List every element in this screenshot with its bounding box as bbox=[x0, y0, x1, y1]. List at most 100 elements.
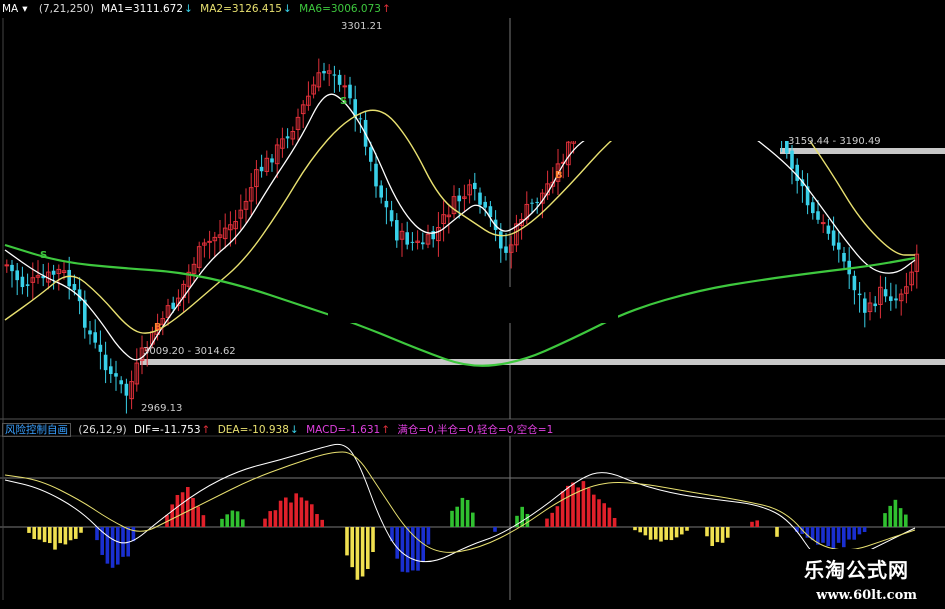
macd-bar-blue bbox=[493, 527, 497, 532]
macd-bar-blue bbox=[95, 527, 99, 541]
candle-body-down bbox=[857, 293, 862, 296]
macd-bar-red bbox=[607, 507, 612, 527]
macd-bar-green bbox=[904, 514, 908, 527]
candle-body-down bbox=[790, 150, 794, 169]
macd-bar-red bbox=[170, 504, 174, 527]
dif-arrow-icon: ↑ bbox=[201, 424, 211, 436]
macd-bar-blue bbox=[831, 527, 836, 549]
candle-body-down bbox=[171, 302, 175, 309]
candle-body-down bbox=[535, 201, 539, 203]
candle-body-down bbox=[863, 298, 867, 313]
candle-body-down bbox=[25, 284, 30, 286]
candle-body-down bbox=[103, 354, 108, 371]
macd-bar-red bbox=[750, 521, 754, 527]
macd-bar-blue bbox=[836, 527, 841, 543]
dea-value: DEA=-10.938 bbox=[217, 424, 289, 436]
macd-bar-yellow bbox=[654, 527, 658, 540]
macd-bar-red bbox=[310, 504, 314, 527]
candle-body-down bbox=[473, 182, 477, 190]
macd-bar-yellow bbox=[360, 527, 365, 577]
buy-signal-marker: B bbox=[555, 170, 563, 181]
macd-bar-blue bbox=[862, 527, 867, 532]
candle-body-up bbox=[342, 85, 348, 88]
candle-body-down bbox=[369, 147, 373, 162]
macd-bar-blue bbox=[416, 527, 420, 571]
macd-bar-blue bbox=[121, 527, 125, 557]
macd-bar-green bbox=[241, 519, 245, 527]
macd-bar-red bbox=[612, 517, 617, 527]
macd-params: (26,12,9) bbox=[78, 424, 127, 436]
macd-bar-blue bbox=[400, 527, 405, 572]
macd-bar-yellow bbox=[664, 527, 668, 540]
dif-value: DIF=-11.753 bbox=[133, 424, 201, 436]
macd-bar-yellow bbox=[775, 527, 779, 537]
macd-bar-green bbox=[893, 499, 898, 527]
candle-body-up bbox=[207, 240, 212, 243]
candle-body-down bbox=[374, 163, 378, 187]
candle-body-down bbox=[270, 158, 274, 163]
macd-bar-blue bbox=[826, 527, 830, 547]
candle-body-down bbox=[15, 270, 19, 281]
macd-bar-green bbox=[471, 512, 475, 527]
candle-body-down bbox=[285, 136, 290, 139]
macd-bar-red bbox=[576, 487, 580, 527]
macd-bar-yellow bbox=[366, 527, 370, 569]
macd-bar-yellow bbox=[345, 527, 349, 556]
candle-body-down bbox=[114, 373, 118, 377]
macd-bar-green bbox=[898, 508, 903, 527]
macd-bar-red bbox=[175, 494, 180, 527]
macd-bar-red bbox=[586, 488, 591, 527]
macd-bar-blue bbox=[105, 527, 110, 564]
ma6-value: MA6=3006.073 bbox=[299, 3, 381, 15]
macd-bar-yellow bbox=[680, 527, 684, 535]
macd-bar-blue bbox=[131, 527, 136, 542]
macd-bar-red bbox=[597, 499, 601, 527]
main-indicator-header: MA ▾ (7,21,250) MA1=3111.672↓ MA2=3126.41… bbox=[2, 1, 395, 17]
macd-bar-yellow bbox=[659, 527, 663, 542]
macd-bar-red bbox=[180, 492, 185, 527]
sell-signal-marker: S bbox=[40, 250, 48, 261]
candle-body-down bbox=[348, 84, 352, 99]
macd-bar-yellow bbox=[79, 527, 83, 533]
macd-bar-red bbox=[273, 510, 278, 527]
candle-body-down bbox=[358, 118, 363, 120]
dea-arrow-icon: ↓ bbox=[289, 424, 299, 436]
indicator-menu-button[interactable]: MA ▾ bbox=[2, 3, 32, 15]
stock-chart-canvas[interactable] bbox=[0, 0, 945, 609]
macd-bar-red bbox=[268, 511, 272, 527]
candle-body-down bbox=[837, 242, 841, 250]
macd-bar-yellow bbox=[643, 527, 648, 536]
macd-bar-blue bbox=[405, 527, 410, 573]
candle-body-down bbox=[332, 74, 337, 76]
candle-body-down bbox=[51, 270, 56, 275]
candle-body-down bbox=[20, 276, 25, 288]
sell-signal-marker: S bbox=[340, 96, 348, 107]
macd-bar-green bbox=[230, 510, 235, 527]
macd-bar-blue bbox=[842, 527, 846, 548]
candle-body-down bbox=[816, 211, 820, 220]
macd-bar-green bbox=[465, 499, 470, 527]
macd-bar-green bbox=[225, 514, 229, 527]
macd-bar-red bbox=[196, 506, 200, 527]
buy-signal-marker: B bbox=[154, 322, 162, 333]
macd-indicator-menu-button[interactable]: 风险控制自画 bbox=[2, 423, 71, 437]
high-price-label: 3301.21 bbox=[341, 21, 383, 32]
candle-body-down bbox=[88, 330, 92, 335]
candle-body-down bbox=[873, 303, 877, 307]
macd-bar-red bbox=[201, 515, 206, 527]
macd-bar-red bbox=[320, 519, 324, 527]
ma-params: (7,21,250) bbox=[38, 3, 94, 15]
occlusion-block-top-right bbox=[533, 0, 945, 141]
candle-body-down bbox=[395, 220, 399, 241]
candle-body-down bbox=[98, 344, 103, 352]
macd-bar-blue bbox=[852, 527, 856, 540]
ma1-value: MA1=3111.672 bbox=[101, 3, 183, 15]
watermark-url: www.60lt.com bbox=[816, 588, 917, 603]
candle-body-down bbox=[10, 264, 14, 272]
position-status: 满仓=0,半仓=0,轻仓=0,空仓=1 bbox=[397, 424, 554, 436]
macd-bar-red bbox=[278, 500, 283, 527]
macd-bar-green bbox=[525, 513, 530, 527]
macd-bar-red bbox=[294, 493, 298, 527]
macd-bar-yellow bbox=[633, 527, 637, 531]
macd-bar-blue bbox=[857, 527, 862, 535]
